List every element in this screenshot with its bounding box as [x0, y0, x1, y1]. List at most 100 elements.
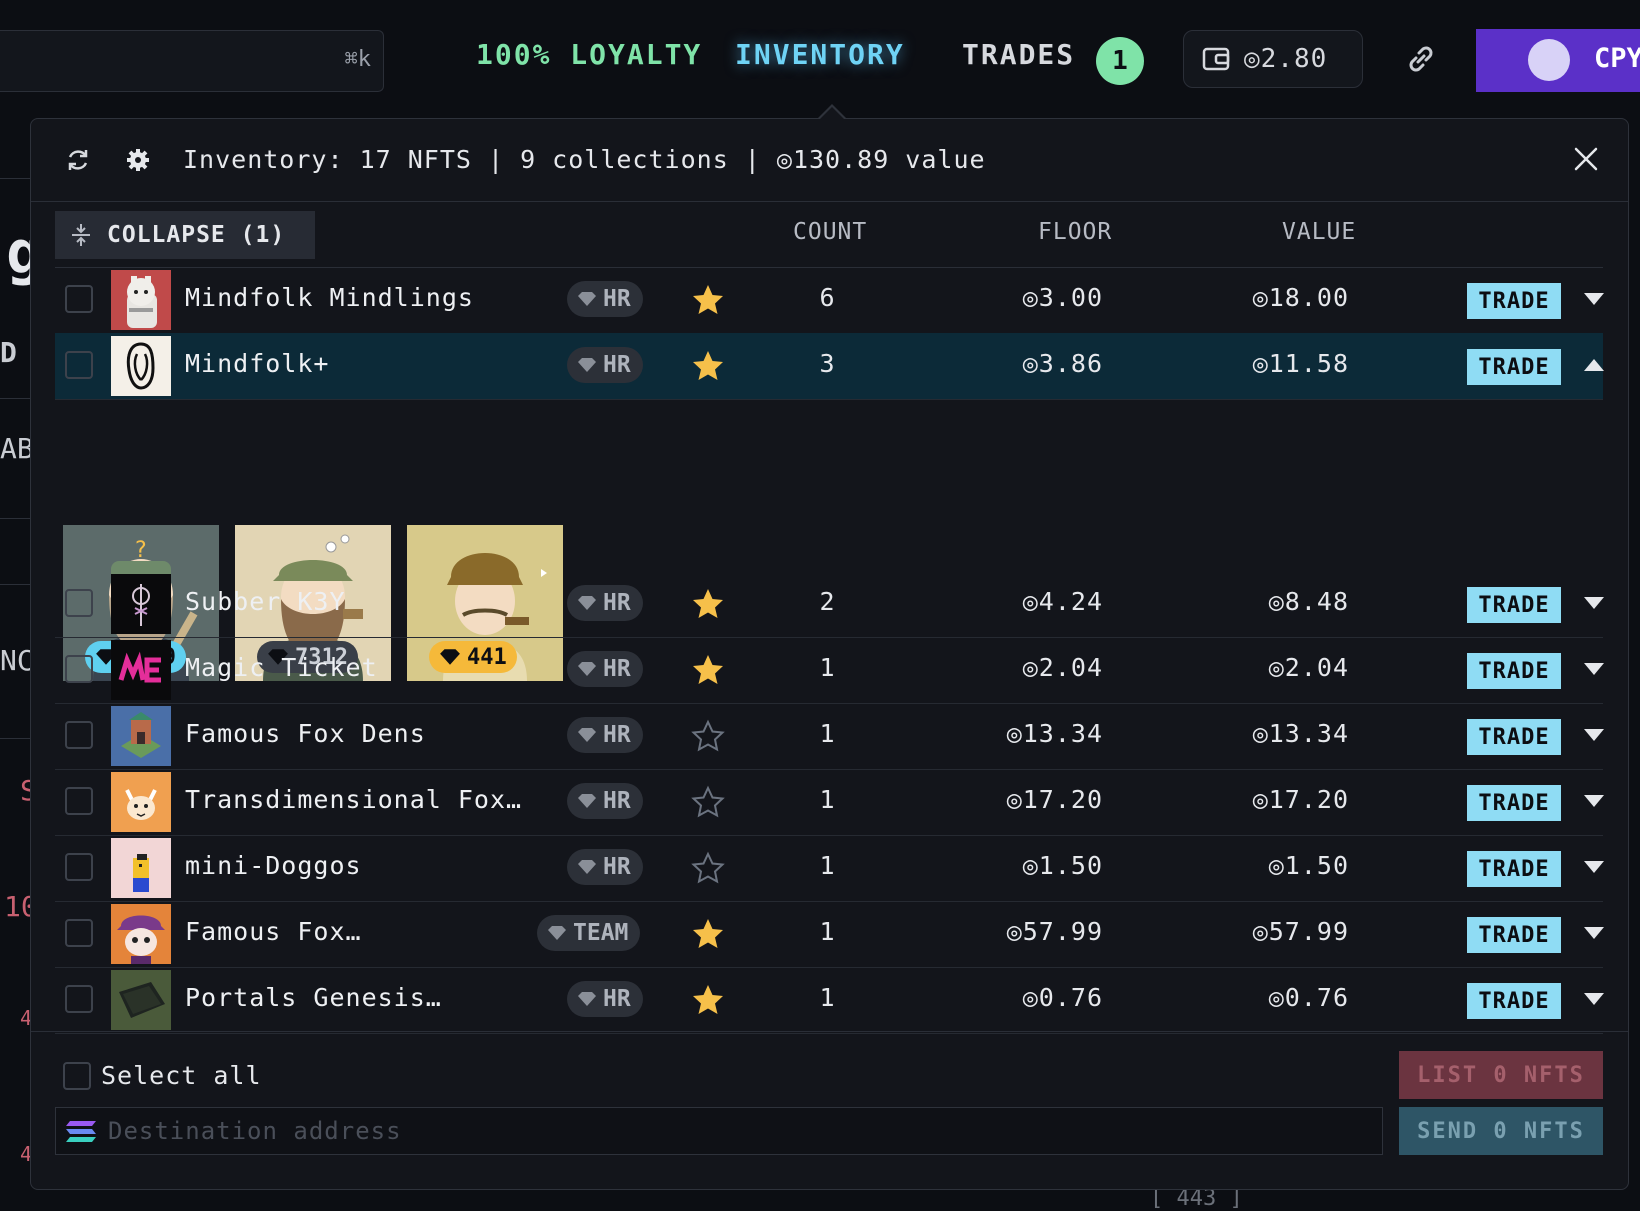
collection-name[interactable]: mini-Doggos: [185, 851, 362, 880]
row-checkbox[interactable]: [65, 985, 93, 1013]
collapse-button[interactable]: COLLAPSE (1): [55, 211, 315, 259]
chevron-down-icon[interactable]: [1583, 793, 1605, 809]
table-row[interactable]: Famous Fox Dens HR 1 ◎13.34 ◎13.34 TRADE: [55, 703, 1605, 770]
chevron-down-icon[interactable]: [1583, 595, 1605, 611]
inventory-summary: Inventory: 17 NFTS | 9 collections | ◎13…: [183, 145, 986, 174]
row-value: ◎8.48: [1268, 587, 1349, 616]
row-floor: ◎4.24: [1022, 587, 1103, 616]
list-nfts-button[interactable]: LIST 0 NFTS: [1399, 1051, 1603, 1099]
search-input[interactable]: ⌘k: [0, 30, 384, 92]
row-checkbox[interactable]: [65, 787, 93, 815]
nav-inventory[interactable]: INVENTORY: [735, 38, 905, 71]
row-checkbox[interactable]: [65, 721, 93, 749]
collection-name[interactable]: Famous Fox Dens: [185, 719, 426, 748]
send-nfts-button[interactable]: SEND 0 NFTS: [1399, 1107, 1603, 1155]
nav-trades[interactable]: TRADES: [962, 38, 1075, 71]
link-icon[interactable]: [1404, 42, 1438, 76]
table-row[interactable]: Mindfolk Mindlings HR 6 ◎3.00 ◎18.00 TRA…: [55, 267, 1605, 334]
collection-name[interactable]: Portals Genesis…: [185, 983, 442, 1012]
collection-thumbnail: [111, 336, 171, 396]
table-row[interactable]: mini-Doggos HR 1 ◎1.50 ◎1.50 TRADE: [55, 835, 1605, 902]
panel-header: Inventory: 17 NFTS | 9 collections | ◎13…: [31, 119, 1628, 202]
bg-divider: [0, 398, 30, 399]
diamond-icon: [578, 358, 596, 372]
row-count: 1: [819, 719, 835, 748]
destination-address-field[interactable]: [55, 1107, 1383, 1155]
bg-fragment: D: [0, 336, 17, 369]
trade-button[interactable]: TRADE: [1467, 349, 1561, 385]
inventory-panel: Inventory: 17 NFTS | 9 collections | ◎13…: [30, 118, 1629, 1190]
collection-name[interactable]: Subber K3Y: [185, 587, 346, 616]
table-row[interactable]: Magic Ticket HR 1 ◎2.04 ◎2.04 TRADE: [55, 637, 1605, 704]
tag-label: HR: [603, 722, 631, 748]
chevron-up-icon[interactable]: [1583, 357, 1605, 373]
row-floor: ◎57.99: [1006, 917, 1103, 946]
trade-button[interactable]: TRADE: [1467, 983, 1561, 1019]
nav-loyalty[interactable]: 100% LOYALTY: [476, 38, 702, 71]
collection-name[interactable]: Transdimensional Fox…: [185, 785, 522, 814]
diamond-icon: [578, 860, 596, 874]
table-row[interactable]: Subber K3Y HR 2 ◎4.24 ◎8.48 TRADE: [55, 571, 1605, 638]
star-icon[interactable]: [691, 653, 725, 687]
destination-address-input[interactable]: [106, 1116, 1382, 1146]
trade-button[interactable]: TRADE: [1467, 587, 1561, 623]
table-row[interactable]: Transdimensional Fox… HR 1 ◎17.20 ◎17.20…: [55, 769, 1605, 836]
chevron-down-icon[interactable]: [1583, 661, 1605, 677]
column-header-count[interactable]: COUNT: [793, 219, 867, 245]
trade-button[interactable]: TRADE: [1467, 653, 1561, 689]
star-outline-icon[interactable]: [691, 785, 725, 819]
select-all-checkbox[interactable]: [63, 1061, 91, 1090]
user-menu-button[interactable]: CPY: [1476, 29, 1640, 92]
star-icon[interactable]: [691, 917, 725, 951]
collection-name[interactable]: Magic Ticket: [185, 653, 378, 682]
collection-name[interactable]: Mindfolk Mindlings: [185, 283, 474, 312]
row-checkbox[interactable]: [65, 351, 93, 379]
collection-name[interactable]: Famous Fox…: [185, 917, 362, 946]
tag-label: HR: [603, 986, 631, 1012]
trade-button[interactable]: TRADE: [1467, 917, 1561, 953]
row-checkbox[interactable]: [65, 285, 93, 313]
column-header-value[interactable]: VALUE: [1282, 219, 1356, 245]
trade-button[interactable]: TRADE: [1467, 785, 1561, 821]
row-value: ◎17.20: [1252, 785, 1349, 814]
star-outline-icon[interactable]: [691, 719, 725, 753]
table-row-expanded[interactable]: Mindfolk+ HR 3 ◎3.86 ◎11.58 TRADE: [55, 333, 1605, 400]
star-icon[interactable]: [691, 587, 725, 621]
holder-tag: HR: [567, 347, 643, 383]
row-checkbox[interactable]: [65, 919, 93, 947]
trade-button[interactable]: TRADE: [1467, 283, 1561, 319]
row-checkbox[interactable]: [65, 655, 93, 683]
star-icon[interactable]: [691, 283, 725, 317]
chevron-down-icon[interactable]: [1583, 991, 1605, 1007]
chevron-down-icon[interactable]: [1583, 291, 1605, 307]
row-count: 1: [819, 983, 835, 1012]
close-icon[interactable]: [1570, 143, 1602, 175]
diamond-icon: [578, 794, 596, 808]
row-value: ◎11.58: [1252, 349, 1349, 378]
row-checkbox[interactable]: [65, 853, 93, 881]
row-checkbox[interactable]: [65, 589, 93, 617]
diamond-icon: [578, 728, 596, 742]
table-row[interactable]: Portals Genesis… HR 1 ◎0.76 ◎0.76 TRADE: [55, 967, 1605, 1034]
trade-button[interactable]: TRADE: [1467, 719, 1561, 755]
row-floor: ◎17.20: [1006, 785, 1103, 814]
gear-icon[interactable]: [123, 145, 153, 175]
star-outline-icon[interactable]: [691, 851, 725, 885]
diamond-icon: [578, 292, 596, 306]
diamond-icon: [548, 926, 566, 940]
column-header-floor[interactable]: FLOOR: [1038, 219, 1112, 245]
star-icon[interactable]: [691, 349, 725, 383]
tag-label: HR: [603, 854, 631, 880]
table-row[interactable]: Famous Fox… TEAM 1 ◎57.99 ◎57.99 TRADE: [55, 901, 1605, 968]
trade-button[interactable]: TRADE: [1467, 851, 1561, 887]
chevron-down-icon[interactable]: [1583, 925, 1605, 941]
collection-thumbnail: [111, 270, 171, 330]
star-icon[interactable]: [691, 983, 725, 1017]
holder-tag: HR: [567, 585, 643, 621]
refresh-icon[interactable]: [63, 145, 93, 175]
chevron-down-icon[interactable]: [1583, 859, 1605, 875]
wallet-button[interactable]: ◎2.80: [1183, 30, 1363, 88]
select-all[interactable]: Select all: [63, 1061, 262, 1090]
collection-name[interactable]: Mindfolk+: [185, 349, 329, 378]
chevron-down-icon[interactable]: [1583, 727, 1605, 743]
